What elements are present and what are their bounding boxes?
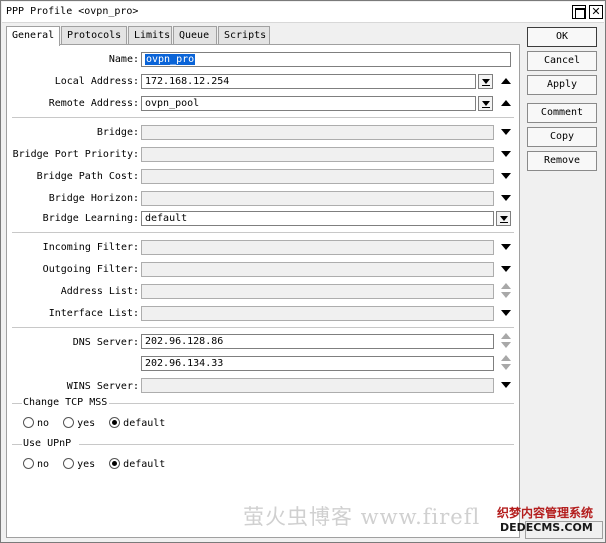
bridge-horizon-field[interactable]: [141, 191, 494, 206]
watermark-text: 萤火虫博客 www.firefl: [243, 505, 481, 529]
restore-window-icon[interactable]: [572, 5, 586, 19]
local-address-field[interactable]: 172.168.12.254: [141, 74, 476, 89]
group-line: [12, 444, 22, 445]
watermark-logo-text: 织梦内容管理系统: [497, 506, 594, 520]
tcp-mss-yes-option[interactable]: yes: [63, 417, 95, 429]
upnp-yes-option[interactable]: yes: [63, 458, 95, 470]
tcp-mss-no-option[interactable]: no: [23, 417, 49, 429]
interface-list-expand-icon[interactable]: [500, 308, 512, 318]
change-tcp-mss-options: no yes default: [23, 417, 173, 429]
dns-server-1-down-icon[interactable]: [500, 340, 512, 350]
title-bar[interactable]: PPP Profile <ovpn_pro> ✕: [2, 2, 604, 23]
dns-server-field-2[interactable]: 202.96.134.33: [141, 356, 494, 371]
separator: [12, 232, 514, 233]
local-address-label: Local Address:: [54, 76, 139, 87]
wins-server-expand-icon[interactable]: [500, 380, 512, 390]
option-label: yes: [77, 418, 96, 429]
remote-address-collapse-icon[interactable]: [500, 99, 512, 109]
separator: [12, 327, 514, 328]
local-address-dropdown-icon[interactable]: [478, 74, 493, 89]
separator: [12, 117, 514, 118]
radio-icon: [63, 458, 75, 469]
ppp-profile-window: PPP Profile <ovpn_pro> ✕ General Protoco…: [0, 0, 606, 543]
ok-button[interactable]: OK: [527, 27, 597, 47]
incoming-filter-label: Incoming Filter:: [42, 242, 139, 253]
address-list-label: Address List:: [60, 286, 139, 297]
use-upnp-label: Use UPnP: [23, 438, 75, 449]
bridge-learning-label: Bridge Learning:: [42, 213, 139, 224]
group-line: [109, 403, 514, 404]
wins-server-field[interactable]: [141, 378, 494, 393]
window-title: PPP Profile <ovpn_pro>: [6, 6, 139, 17]
option-label: yes: [77, 459, 96, 470]
bridge-path-cost-label: Bridge Path Cost:: [36, 171, 139, 182]
comment-button[interactable]: Comment: [527, 103, 597, 123]
remote-address-field[interactable]: ovpn_pool: [141, 96, 476, 111]
cancel-button[interactable]: Cancel: [527, 51, 597, 71]
dns-server-label: DNS Server:: [72, 337, 139, 348]
dns-server-field-1[interactable]: 202.96.128.86: [141, 334, 494, 349]
copy-button[interactable]: Copy: [527, 127, 597, 147]
bridge-learning-field[interactable]: default: [141, 211, 494, 226]
bridge-port-priority-expand-icon[interactable]: [500, 149, 512, 159]
bridge-port-priority-field[interactable]: [141, 147, 494, 162]
local-address-collapse-icon[interactable]: [500, 77, 512, 87]
wins-server-label: WINS Server:: [66, 381, 139, 392]
radio-icon: [23, 458, 34, 469]
bridge-path-cost-expand-icon[interactable]: [500, 171, 512, 181]
radio-selected-icon: [109, 417, 121, 428]
option-label: no: [37, 459, 50, 470]
bridge-path-cost-field[interactable]: [141, 169, 494, 184]
tab-scripts[interactable]: Scripts: [218, 26, 270, 45]
change-tcp-mss-label: Change TCP MSS: [23, 397, 111, 408]
bridge-port-priority-label: Bridge Port Priority:: [12, 149, 139, 160]
general-panel: Name: ovpn_pro Local Address: 172.168.12…: [6, 44, 520, 538]
option-label: default: [123, 418, 166, 429]
apply-button[interactable]: Apply: [527, 75, 597, 95]
outgoing-filter-label: Outgoing Filter:: [42, 264, 139, 275]
remote-address-label: Remote Address:: [48, 98, 139, 109]
dns-server-2-down-icon[interactable]: [500, 362, 512, 372]
radio-icon: [23, 417, 34, 428]
upnp-default-option[interactable]: default: [109, 458, 165, 470]
name-field[interactable]: ovpn_pro: [141, 52, 511, 67]
option-label: default: [123, 459, 166, 470]
remove-button[interactable]: Remove: [527, 151, 597, 171]
outgoing-filter-expand-icon[interactable]: [500, 264, 512, 274]
name-label: Name:: [108, 54, 139, 65]
incoming-filter-expand-icon[interactable]: [500, 242, 512, 252]
bridge-expand-icon[interactable]: [500, 127, 512, 137]
tab-protocols[interactable]: Protocols: [61, 26, 127, 45]
bridge-field[interactable]: [141, 125, 494, 140]
bridge-horizon-label: Bridge Horizon:: [48, 193, 139, 204]
incoming-filter-field[interactable]: [141, 240, 494, 255]
upnp-no-option[interactable]: no: [23, 458, 49, 470]
option-label: no: [37, 418, 50, 429]
radio-selected-icon: [109, 458, 121, 469]
interface-list-label: Interface List:: [48, 308, 139, 319]
watermark-logo-url: DEDECMS.COM: [500, 521, 593, 534]
close-window-icon[interactable]: ✕: [589, 5, 603, 19]
tcp-mss-default-option[interactable]: default: [109, 417, 165, 429]
bridge-horizon-expand-icon[interactable]: [500, 193, 512, 203]
interface-list-field[interactable]: [141, 306, 494, 321]
bridge-learning-dropdown-icon[interactable]: [496, 211, 511, 226]
use-upnp-options: no yes default: [23, 458, 173, 470]
group-line: [79, 444, 514, 445]
group-line: [12, 403, 22, 404]
tab-limits[interactable]: Limits: [128, 26, 172, 45]
address-list-down-icon[interactable]: [500, 290, 512, 300]
remote-address-dropdown-icon[interactable]: [478, 96, 493, 111]
address-list-field[interactable]: [141, 284, 494, 299]
bridge-label: Bridge:: [96, 127, 139, 138]
tab-general[interactable]: General: [6, 26, 60, 46]
name-value: ovpn_pro: [145, 54, 196, 65]
radio-icon: [63, 417, 75, 428]
tab-queue[interactable]: Queue: [173, 26, 217, 45]
outgoing-filter-field[interactable]: [141, 262, 494, 277]
